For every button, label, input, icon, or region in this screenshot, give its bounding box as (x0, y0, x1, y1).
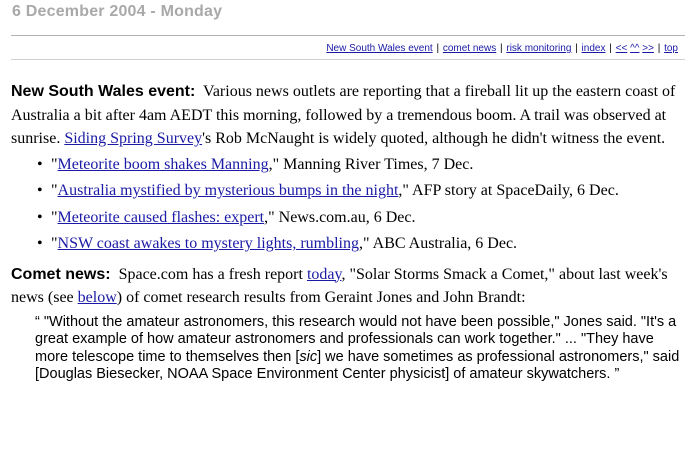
nav-link-next[interactable]: >> (642, 43, 654, 54)
nav-link-risk-monitoring[interactable]: risk monitoring (506, 43, 571, 54)
today-link[interactable]: today (307, 266, 342, 283)
nav-separator: | (433, 43, 442, 54)
comet-section-title: Comet news: (11, 265, 111, 283)
article-source: ," News.com.au, 6 Dec. (264, 208, 416, 226)
nsw-section-title: New South Wales event: (11, 83, 196, 100)
article-link-abc[interactable]: NSW coast awakes to mystery lights, rumb… (58, 235, 359, 252)
article-link-afp[interactable]: Australia mystified by mysterious bumps … (58, 182, 399, 199)
nav-link-comet-news[interactable]: comet news (443, 43, 496, 54)
list-item: "Australia mystified by mysterious bumps… (37, 177, 681, 204)
list-item: "Meteorite caused flashes: expert," News… (37, 204, 681, 231)
article-link-newscomau[interactable]: Meteorite caused flashes: expert (58, 209, 265, 226)
comet-text-3: ) of comet research results from Geraint… (116, 289, 526, 306)
comet-quote: “ "Without the amateur astronomers, this… (35, 314, 681, 384)
nav-link-previous[interactable]: << (616, 43, 628, 54)
siding-spring-link[interactable]: Siding Spring Survey (64, 130, 202, 147)
article-source: ," ABC Australia, 6 Dec. (358, 235, 518, 252)
list-item: "Meteorite boom shakes Manning," Manning… (37, 151, 681, 178)
nav-link-nsw-event[interactable]: New South Wales event (326, 43, 432, 54)
article-source: ," Manning River Times, 7 Dec. (268, 155, 474, 173)
below-link[interactable]: below (78, 289, 117, 306)
main-content: New South Wales event: Various news outl… (11, 80, 681, 384)
date-header: 6 December 2004 - Monday (12, 3, 223, 20)
list-item: "NSW coast awakes to mystery lights, rum… (37, 230, 681, 257)
nav-link-up[interactable]: ^^ (630, 43, 639, 54)
nsw-paragraph: New South Wales event: Various news outl… (11, 80, 681, 151)
article-source: ," AFP story at SpaceDaily, 6 Dec. (398, 182, 619, 199)
comet-text: Space.com has a fresh report (118, 265, 303, 283)
nav-bar: New South Wales event | comet news | ris… (326, 43, 678, 54)
nav-separator: | (572, 43, 581, 54)
nav-separator: | (606, 43, 615, 54)
divider (11, 35, 685, 36)
nav-separator: | (497, 43, 506, 54)
nav-link-index[interactable]: index (582, 43, 606, 54)
nav-separator: | (654, 43, 664, 54)
news-list: "Meteorite boom shakes Manning," Manning… (11, 151, 681, 257)
nav-link-top[interactable]: top (664, 43, 678, 54)
nav-divider (11, 59, 685, 60)
quote-sic: sic (299, 348, 318, 365)
nsw-text-2: 's Rob McNaught is widely quoted, althou… (202, 130, 666, 147)
comet-paragraph: Comet news: Space.com has a fresh report… (11, 263, 681, 310)
article-link-manning[interactable]: Meteorite boom shakes Manning (58, 156, 269, 173)
